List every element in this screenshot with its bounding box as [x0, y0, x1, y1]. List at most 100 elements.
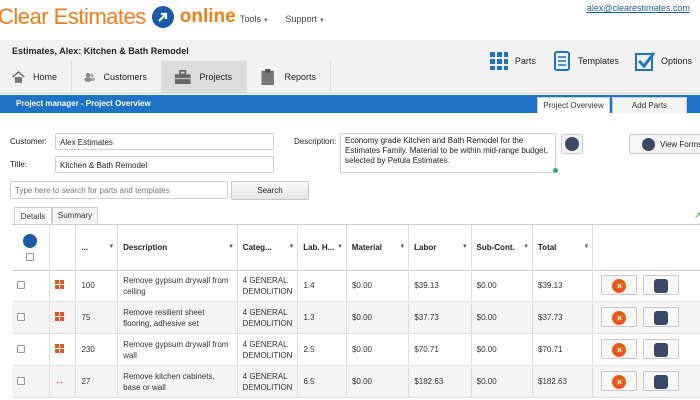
customer-label: Customer:: [10, 137, 47, 146]
row-qty: 27: [81, 377, 91, 386]
col-qty[interactable]: ... ▾: [76, 225, 119, 270]
col-description[interactable]: Description ▾: [118, 225, 238, 270]
col-labor[interactable]: Labor ▾: [409, 225, 472, 270]
row-icon-cell: ↔: [50, 366, 77, 397]
col-subcont[interactable]: Sub-Cont. ▾: [472, 225, 533, 270]
pencil-icon: [565, 137, 579, 151]
row-actions: ×: [593, 270, 700, 301]
parts-label: Parts: [514, 56, 536, 66]
customer-field[interactable]: Alex Estimates: [55, 133, 274, 150]
table-row[interactable]: ↔ 27 Remove kitchen cabinets, base or wall…: [12, 366, 700, 398]
tools-menu[interactable]: Tools ▾: [240, 14, 268, 24]
select-all-checkbox[interactable]: [26, 253, 35, 261]
row-checkbox[interactable]: [17, 313, 25, 321]
col-total[interactable]: Total ▾: [533, 225, 594, 270]
row-checkbox[interactable]: [17, 377, 25, 385]
grid-menu-icon[interactable]: [23, 234, 38, 248]
select-col: [12, 225, 50, 270]
tab-home[interactable]: Home: [0, 61, 72, 93]
sort-icon: ▾: [109, 243, 114, 250]
tab-projects[interactable]: Projects: [162, 61, 247, 93]
edit-row-button[interactable]: [643, 275, 680, 295]
checkbox-icon: [634, 52, 655, 71]
row-total: $182.63: [538, 377, 567, 386]
row-category: 4 GENERAL DEMOLITION: [242, 372, 293, 392]
tab-add-parts[interactable]: Add Parts: [612, 97, 687, 113]
edit-row-button[interactable]: [643, 371, 680, 391]
parts-button[interactable]: Parts: [481, 44, 544, 78]
qty-cell: 100: [76, 270, 119, 301]
description-field[interactable]: Economy grade Kitchen and Bath Remodel f…: [340, 133, 556, 173]
toolbox-icon: [174, 70, 191, 84]
row-select-cell: [12, 366, 50, 397]
icon-col: [50, 225, 77, 270]
row-total: $37.73: [538, 313, 563, 322]
search-button[interactable]: Search: [231, 181, 309, 200]
row-description: Remove resilient sheet flooring, adhesiv…: [123, 308, 205, 328]
tab-summary[interactable]: Summary: [52, 207, 98, 223]
delete-row-button[interactable]: ×: [601, 371, 638, 391]
row-lab-hours: 1.3: [303, 313, 315, 322]
delete-row-button[interactable]: ×: [601, 275, 638, 295]
tab-details[interactable]: Details: [14, 207, 52, 224]
caret-down-icon: ▾: [264, 17, 268, 24]
col-category[interactable]: Categ... ▾: [238, 225, 299, 270]
parts-grid-icon: [489, 52, 508, 70]
arrow-logo-icon: [151, 6, 174, 28]
table-row[interactable]: 75 Remove resilient sheet flooring, adhes…: [12, 302, 700, 334]
table-row[interactable]: 230 Remove gypsum drywall from wall 4 GENE…: [12, 334, 700, 366]
expand-icon[interactable]: ↗: [694, 210, 700, 221]
delete-row-button[interactable]: ×: [601, 307, 638, 327]
row-subcont: $0.00: [476, 281, 497, 290]
brand-logo[interactable]: Clear Estimates online: [0, 4, 236, 30]
options-button[interactable]: Options: [627, 44, 700, 78]
tab-customers[interactable]: Customers: [72, 61, 162, 93]
qty-cell: 27: [76, 366, 119, 397]
row-qty: 100: [81, 281, 95, 290]
status-dot-icon: [553, 168, 558, 173]
edit-icon: [654, 375, 669, 389]
view-forms-button[interactable]: View Forms: [629, 134, 700, 154]
row-lab-hours: 6.5: [303, 377, 315, 386]
col-lab-hours[interactable]: Lab. H... ▾: [298, 225, 347, 270]
search-input[interactable]: [10, 181, 228, 199]
row-lab-hours: 2.5: [303, 345, 315, 354]
description-label: Description:: [294, 137, 337, 146]
edit-description-button[interactable]: [561, 134, 583, 154]
project-title: Estimates, Alex: Kitchen & Bath Remodel: [12, 46, 189, 56]
edit-row-button[interactable]: [643, 339, 680, 359]
row-total: $70.71: [538, 345, 563, 354]
brand-name: Clear Estimates: [0, 4, 146, 29]
row-icon-cell: [50, 270, 77, 301]
user-email-link[interactable]: alex@clearestimates.com: [587, 3, 690, 13]
row-checkbox[interactable]: [17, 345, 25, 353]
clipboard-icon: [261, 69, 274, 85]
row-material: $0.00: [351, 345, 372, 354]
tab-reports[interactable]: Reports: [247, 61, 331, 93]
col-material[interactable]: Material ▾: [347, 225, 410, 270]
row-category: 4 GENERAL DEMOLITION: [242, 340, 293, 360]
templates-button[interactable]: Templates: [544, 44, 627, 78]
row-actions: ×: [593, 366, 700, 397]
row-subcont: $0.00: [476, 313, 497, 322]
row-material: $0.00: [351, 377, 372, 386]
row-labor: $39.13: [414, 281, 439, 290]
grid-icon: [54, 344, 64, 353]
table-header: ... ▾ Description ▾ Categ... ▾ Lab. H... ▾ M…: [12, 225, 700, 271]
qty-cell: 230: [76, 334, 119, 365]
close-icon: ×: [612, 375, 627, 389]
table-row[interactable]: 100 Remove gypsum drywall from ceiling 4 G…: [12, 270, 700, 302]
top-bar: Clear Estimates online Tools ▾ Support ▾ a…: [0, 0, 700, 40]
row-checkbox[interactable]: [17, 281, 25, 289]
row-description: Remove gypsum drywall from wall: [123, 340, 229, 360]
row-subcont: $0.00: [476, 345, 497, 354]
row-icon-cell: [50, 302, 77, 333]
delete-row-button[interactable]: ×: [601, 339, 638, 359]
home-icon: [12, 70, 25, 83]
support-menu[interactable]: Support ▾: [286, 14, 324, 24]
edit-row-button[interactable]: [643, 307, 680, 327]
tab-project-overview[interactable]: Project Overview: [537, 97, 610, 113]
title-field[interactable]: Kitchen & Bath Remodel: [55, 156, 274, 173]
edit-icon: [654, 279, 669, 293]
edit-icon: [654, 343, 669, 357]
